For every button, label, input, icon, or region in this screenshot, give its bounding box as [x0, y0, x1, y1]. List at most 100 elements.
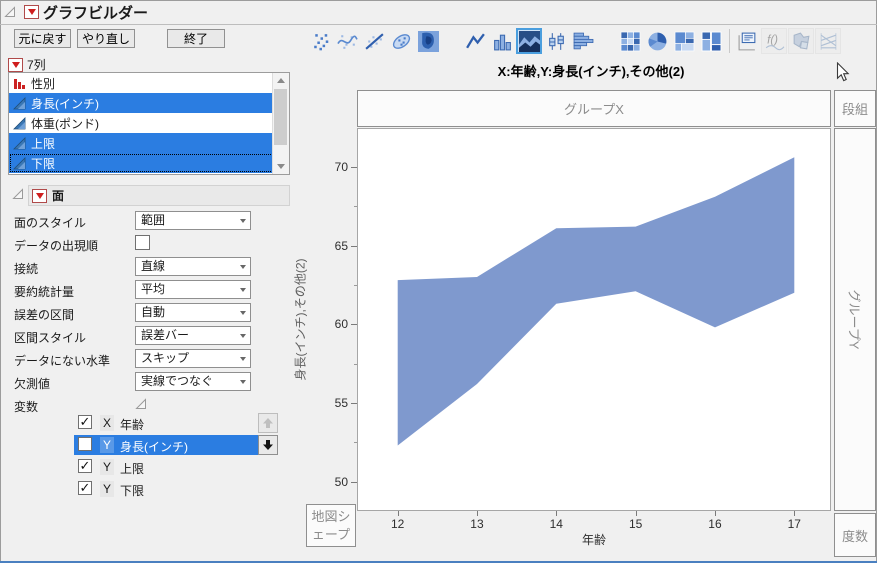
x-tick-label: 14: [549, 517, 563, 531]
y-tick-mark: [351, 166, 357, 168]
arrow-down-icon: [262, 439, 274, 451]
データの出現順-checkbox[interactable]: [135, 235, 150, 250]
y-minor-tick-mark: [354, 363, 357, 365]
palette-pie-icon[interactable]: [644, 28, 670, 54]
variable-row[interactable]: ✓ Y 下限: [0, 479, 300, 501]
palette-area-icon[interactable]: [516, 28, 542, 54]
column-label: 身長(インチ): [31, 96, 99, 111]
dropzone-frequency[interactable]: 度数: [834, 513, 876, 557]
palette-line-icon[interactable]: [462, 28, 488, 54]
palette-mosaic-icon[interactable]: [698, 28, 724, 54]
palette-caption-box-icon[interactable]: [734, 28, 760, 54]
誤差の区間-select[interactable]: 自動: [135, 303, 251, 322]
move-down-button[interactable]: [258, 435, 278, 455]
y-tick-label: 50: [334, 474, 348, 489]
dropzone-wrap[interactable]: 段組: [834, 90, 876, 127]
area-properties-title: 面: [52, 189, 65, 203]
variable-label: 下限: [120, 484, 145, 498]
palette-bar-icon[interactable]: [489, 28, 515, 54]
variable-checkbox[interactable]: ✓: [78, 459, 92, 473]
column-label: 性別: [31, 76, 56, 91]
continuous-column-icon: [13, 136, 26, 150]
palette-points-icon[interactable]: [307, 28, 333, 54]
red-triangle-menu-button[interactable]: [24, 5, 39, 19]
palette-histogram-icon[interactable]: [570, 28, 596, 54]
nominal-column-icon: [13, 77, 26, 90]
dropzone-group-y-label: グループY: [846, 289, 862, 350]
property-label: 区間スタイル: [14, 331, 87, 345]
区間スタイル-select[interactable]: 誤差バー: [135, 326, 251, 345]
variable-label: 年齢: [120, 418, 145, 432]
variable-row[interactable]: ✓ X 年齢: [0, 413, 300, 435]
red-triangle-icon: [27, 9, 36, 15]
palette-heatmap-icon[interactable]: [617, 28, 643, 54]
variable-label: 身長(インチ): [120, 440, 188, 454]
property-label: 欠測値: [14, 377, 51, 391]
x-tick-mark: [476, 511, 478, 516]
variable-checkbox[interactable]: [78, 437, 92, 451]
dropzone-group-x[interactable]: グループX: [357, 90, 831, 127]
redo-button[interactable]: やり直し: [77, 29, 135, 48]
axis-role-label: Y: [100, 459, 114, 475]
property-label: 面のスタイル: [14, 216, 87, 230]
selected-value: 直線: [141, 259, 166, 273]
properties-collapse-triangle-icon[interactable]: [12, 188, 24, 200]
x-tick-label: 17: [787, 517, 801, 531]
property-row: データにない水準 スキップ: [0, 348, 300, 371]
要約統計量-select[interactable]: 平均: [135, 280, 251, 299]
palette-line-of-fit-icon[interactable]: [361, 28, 387, 54]
continuous-column-icon: [13, 156, 26, 170]
column-item[interactable]: 体重(ポンド): [9, 113, 274, 133]
area-red-triangle-button[interactable]: [32, 188, 47, 203]
continuous-column-icon: [13, 96, 26, 110]
variable-checkbox[interactable]: ✓: [78, 481, 92, 495]
axis-role-label: Y: [100, 437, 114, 453]
chevron-down-icon: [240, 219, 246, 223]
palette-treemap-icon[interactable]: [671, 28, 697, 54]
property-label: 誤差の区間: [14, 308, 75, 322]
variable-row[interactable]: ✓ Y 上限: [0, 457, 300, 479]
columns-list: 性別身長(インチ) 体重(ポンド) 上限下限: [8, 72, 290, 175]
palette-smoother-icon[interactable]: [334, 28, 360, 54]
scrollbar-thumb[interactable]: [274, 89, 287, 145]
x-tick-mark: [714, 511, 716, 516]
palette-ellipse-icon[interactable]: [388, 28, 414, 54]
column-label: 下限: [31, 156, 56, 171]
palette-box-plot-icon[interactable]: [543, 28, 569, 54]
scroll-down-icon[interactable]: [277, 164, 285, 169]
column-item[interactable]: 下限: [9, 153, 274, 173]
collapse-triangle-icon[interactable]: [4, 6, 16, 18]
variable-row[interactable]: Y 身長(インチ): [0, 435, 300, 457]
x-axis-label[interactable]: 年齢: [357, 531, 831, 548]
column-item[interactable]: 性別: [9, 73, 274, 93]
columns-red-triangle-button[interactable]: [8, 57, 23, 72]
y-tick-label: 55: [334, 395, 348, 410]
variable-checkbox[interactable]: ✓: [78, 415, 92, 429]
y-tick-label: 65: [334, 238, 348, 253]
done-button[interactable]: 終了: [167, 29, 225, 48]
column-item[interactable]: 上限: [9, 133, 274, 153]
scroll-up-icon[interactable]: [277, 78, 285, 83]
palette-contour-icon[interactable]: [415, 28, 441, 54]
selected-value: 実線でつなぐ: [141, 374, 214, 388]
dropzone-group-y[interactable]: グループY: [834, 128, 876, 511]
dropzone-map-shape[interactable]: 地図シェープ: [306, 504, 356, 547]
properties-rows: 面のスタイル 範囲 データの出現順 接続 直線 要約統計量 平均 誤差の区間 自動 区間スタイル 誤…: [0, 210, 300, 417]
面のスタイル-select[interactable]: 範囲: [135, 211, 251, 230]
接続-select[interactable]: 直線: [135, 257, 251, 276]
column-item[interactable]: 身長(インチ): [9, 93, 274, 113]
arrow-up-icon: [262, 417, 274, 429]
svg-text:f(): f(): [767, 34, 778, 46]
property-row: 面のスタイル 範囲: [0, 210, 300, 233]
dropzone-map-shape-label: 地図シェープ: [311, 508, 351, 542]
column-label: 体重(ポンド): [31, 116, 99, 131]
欠測値-select[interactable]: 実線でつなぐ: [135, 372, 251, 391]
columns-scrollbar[interactable]: [272, 73, 289, 174]
dropzone-frequency-label: 度数: [841, 528, 868, 544]
undo-button[interactable]: 元に戻す: [14, 29, 71, 48]
plot-area[interactable]: [357, 128, 831, 511]
y-axis-label[interactable]: 身長(インチ),その他(2): [292, 128, 308, 511]
variables-collapse-triangle-icon[interactable]: [135, 398, 147, 413]
move-up-button: [258, 413, 278, 433]
データにない水準-select[interactable]: スキップ: [135, 349, 251, 368]
